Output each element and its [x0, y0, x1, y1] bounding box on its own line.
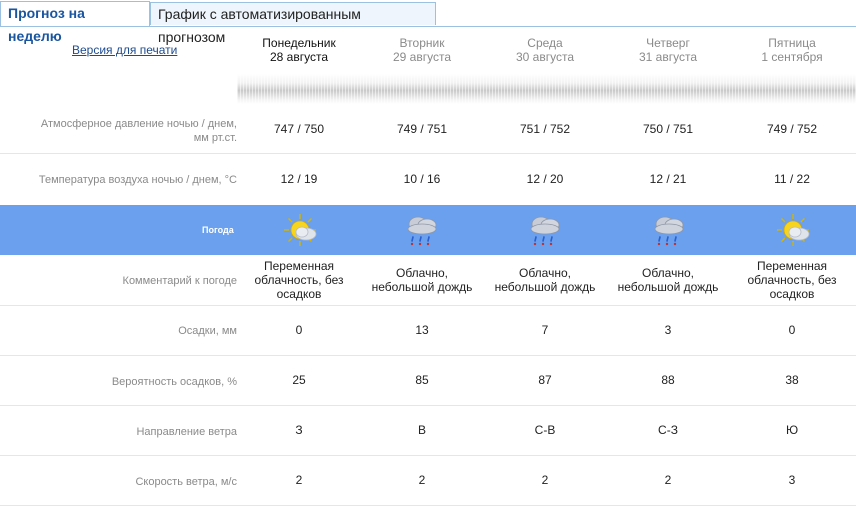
temperature-value: 12 / 20: [526, 172, 564, 186]
wind-speed-value: 2: [295, 473, 303, 487]
day-date: 31 августа: [638, 50, 697, 64]
pressure-value: 747 / 750: [273, 122, 325, 136]
probability-label: Вероятность осадков, %: [111, 376, 237, 388]
row-divider: [0, 505, 856, 506]
tab-bar: Прогноз на неделю График с автоматизиров…: [0, 0, 856, 45]
pressure-value: 749 / 752: [766, 122, 818, 136]
day-date: 30 августа: [515, 50, 574, 64]
comment-value: Облачно, небольшой дождь: [613, 266, 723, 294]
comment-line: облачность, без: [747, 273, 837, 287]
wind-speed-value: 2: [418, 473, 426, 487]
wind-direction-value: С-В: [534, 423, 556, 437]
day-name: Четверг: [646, 36, 690, 50]
temperature-value: 12 / 21: [649, 172, 687, 186]
pressure-label: Атмосферное давление ночью / днем, мм рт…: [0, 117, 237, 145]
row-divider: [0, 305, 856, 306]
pressure-value: 749 / 751: [396, 122, 448, 136]
temperature-value: 11 / 22: [774, 172, 810, 186]
wind-speed-value: 2: [541, 473, 549, 487]
precip-label: Осадки, мм: [178, 325, 237, 337]
probability-value: 88: [661, 373, 675, 387]
pressure-value: 750 / 751: [642, 122, 694, 136]
comment-line: небольшой дождь: [494, 280, 596, 294]
comment-line: Облачно,: [396, 266, 448, 280]
day-date: 1 сентября: [761, 50, 823, 64]
day-date: 28 августа: [269, 50, 328, 64]
day-header-wed: Среда 30 августа: [490, 36, 600, 64]
day-name: Понедельник: [262, 36, 336, 50]
probability-value: 87: [538, 373, 552, 387]
temperature-label: Температура воздуха ночью / днем, °C: [38, 174, 237, 186]
day-date: 29 августа: [392, 50, 451, 64]
comment-line: Переменная: [264, 259, 334, 273]
day-name: Среда: [527, 36, 563, 50]
row-divider: [0, 455, 856, 456]
wind-direction-label: Направление ветра: [136, 426, 237, 438]
comment-value: Облачно, небольшой дождь: [367, 266, 477, 294]
precip-value: 0: [788, 323, 796, 337]
partly-cloudy-sun-icon: [777, 214, 810, 246]
comment-line: осадков: [769, 287, 815, 301]
wind-direction-value: С-З: [658, 423, 678, 437]
temperature-value: 12 / 19: [280, 172, 318, 186]
wind-speed-value: 3: [788, 473, 796, 487]
comment-line: Переменная: [757, 259, 827, 273]
day-name: Пятница: [768, 36, 816, 50]
comment-line: облачность, без: [254, 273, 344, 287]
partly-cloudy-sun-icon: [284, 214, 317, 246]
wind-direction-value: В: [417, 423, 426, 437]
temperature-value: 10 / 16: [403, 172, 441, 186]
day-header-fri: Пятница 1 сентября: [737, 36, 847, 64]
precip-value: 3: [664, 323, 672, 337]
row-divider: [0, 153, 856, 154]
comment-label: Комментарий к погоде: [122, 275, 237, 287]
row-divider: [0, 355, 856, 356]
comment-value: Переменная облачность, без осадков: [244, 259, 354, 301]
precip-value: 7: [541, 323, 549, 337]
wind-direction-value: Ю: [785, 423, 799, 437]
header-gradient-band: [237, 74, 856, 104]
row-divider: [0, 405, 856, 406]
comment-line: небольшой дождь: [617, 280, 719, 294]
tab-weekly-forecast[interactable]: Прогноз на неделю: [0, 1, 150, 44]
pressure-label-line1: Атмосферное давление ночью / днем,: [40, 118, 237, 130]
day-header-thu: Четверг 31 августа: [613, 36, 723, 64]
cloud-rain-icon: [530, 216, 560, 246]
comment-line: небольшой дождь: [371, 280, 473, 294]
comment-value: Переменная облачность, без осадков: [737, 259, 847, 301]
wind-direction-value: З: [295, 423, 303, 437]
comment-line: Облачно,: [642, 266, 694, 280]
cloud-rain-icon: [654, 216, 684, 246]
day-header-tue: Вторник 29 августа: [367, 36, 477, 64]
probability-value: 38: [785, 373, 799, 387]
cloud-rain-icon: [407, 216, 437, 246]
wind-speed-value: 2: [664, 473, 672, 487]
wind-speed-label: Скорость ветра, м/с: [135, 476, 237, 488]
weather-label: Погода: [202, 225, 234, 235]
probability-value: 85: [415, 373, 429, 387]
comment-line: осадков: [276, 287, 322, 301]
comment-value: Облачно, небольшой дождь: [490, 266, 600, 294]
day-name: Вторник: [399, 36, 445, 50]
pressure-label-line2: мм рт.ст.: [193, 132, 237, 144]
print-version-link[interactable]: Версия для печати: [72, 43, 177, 57]
tab-auto-forecast-chart[interactable]: График с автоматизированным прогнозом: [150, 2, 436, 45]
pressure-value: 751 / 752: [519, 122, 571, 136]
probability-value: 25: [292, 373, 306, 387]
comment-line: Облачно,: [519, 266, 571, 280]
precip-value: 0: [295, 323, 303, 337]
precip-value: 13: [415, 323, 429, 337]
day-header-mon: Понедельник 28 августа: [244, 36, 354, 64]
